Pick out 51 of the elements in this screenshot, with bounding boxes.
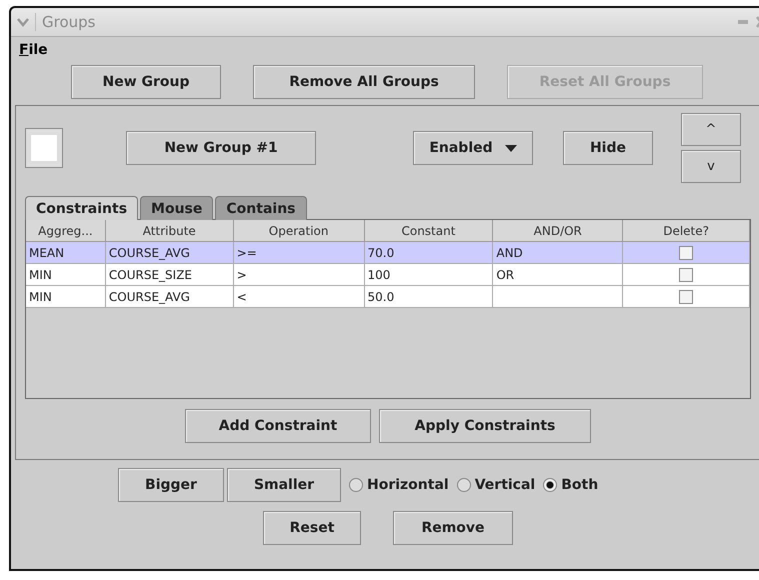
table-row[interactable]: MIN COURSE_SIZE > 100 OR (26, 264, 750, 286)
table-cell: > (236, 268, 247, 282)
menu-item[interactable]: File (19, 42, 48, 58)
table-cell: COURSE_SIZE (108, 268, 192, 282)
column-header[interactable]: Operation (234, 220, 365, 242)
size-button[interactable]: Bigger (118, 468, 224, 502)
column-header[interactable]: Attribute (106, 220, 234, 242)
table-row[interactable]: MEAN COURSE_AVG >= 70.0 AND (26, 242, 750, 264)
tab[interactable]: Contains (215, 196, 306, 220)
table-cell: MIN (29, 268, 52, 282)
table-cell: 50.0 (368, 290, 394, 304)
hide-button[interactable]: Hide (563, 131, 653, 165)
column-header[interactable]: Constant (364, 220, 494, 242)
table-cell: COURSE_AVG (108, 290, 190, 304)
table-cell: 70.0 (368, 246, 394, 260)
table-cell: COURSE_AVG (108, 246, 190, 260)
table-cell: OR (496, 268, 514, 282)
table-cell: MIN (29, 290, 52, 304)
size-button[interactable]: Smaller (227, 468, 341, 502)
group-name-button[interactable]: New Group #1 (126, 131, 316, 165)
delete-checkbox[interactable] (679, 290, 694, 304)
table-row[interactable]: MIN COURSE_AVG < 50.0 (26, 286, 750, 308)
table-cell: < (236, 290, 247, 304)
toolbar-button[interactable]: New Group (71, 65, 221, 99)
chevron-icon[interactable] (17, 17, 29, 27)
column-header[interactable]: Delete? (623, 220, 750, 242)
table-cell: >= (236, 246, 257, 260)
tab[interactable]: Mouse (140, 196, 214, 220)
table-cell: MEAN (29, 246, 64, 260)
tab[interactable]: Constraints (25, 196, 138, 220)
column-header[interactable]: AND/OR (493, 220, 624, 242)
radio-option[interactable]: Horizontal (349, 477, 449, 493)
delete-checkbox[interactable] (679, 268, 694, 282)
toolbar-button[interactable]: Remove All Groups (253, 65, 475, 99)
radio-option[interactable]: Vertical (456, 477, 536, 493)
window-title: Groups (35, 13, 96, 31)
column-header[interactable]: Aggreg... (26, 220, 106, 242)
delete-checkbox[interactable] (679, 246, 694, 260)
action-button[interactable]: Remove (393, 511, 513, 545)
constraint-button[interactable]: Apply Constraints (379, 409, 591, 443)
color-swatch[interactable] (25, 128, 63, 168)
table-cell: AND (496, 246, 523, 260)
move-up-button[interactable]: ^ (681, 113, 741, 146)
constraint-button[interactable]: Add Constraint (185, 409, 371, 443)
status-dropdown[interactable]: Enabled (413, 131, 533, 165)
table-cell: 100 (368, 268, 390, 282)
move-down-button[interactable]: v (681, 150, 741, 183)
radio-option[interactable]: Both (543, 477, 598, 493)
action-button[interactable]: Reset (263, 511, 361, 545)
caret-icon (504, 144, 517, 152)
minimize-icon[interactable] (738, 19, 748, 25)
